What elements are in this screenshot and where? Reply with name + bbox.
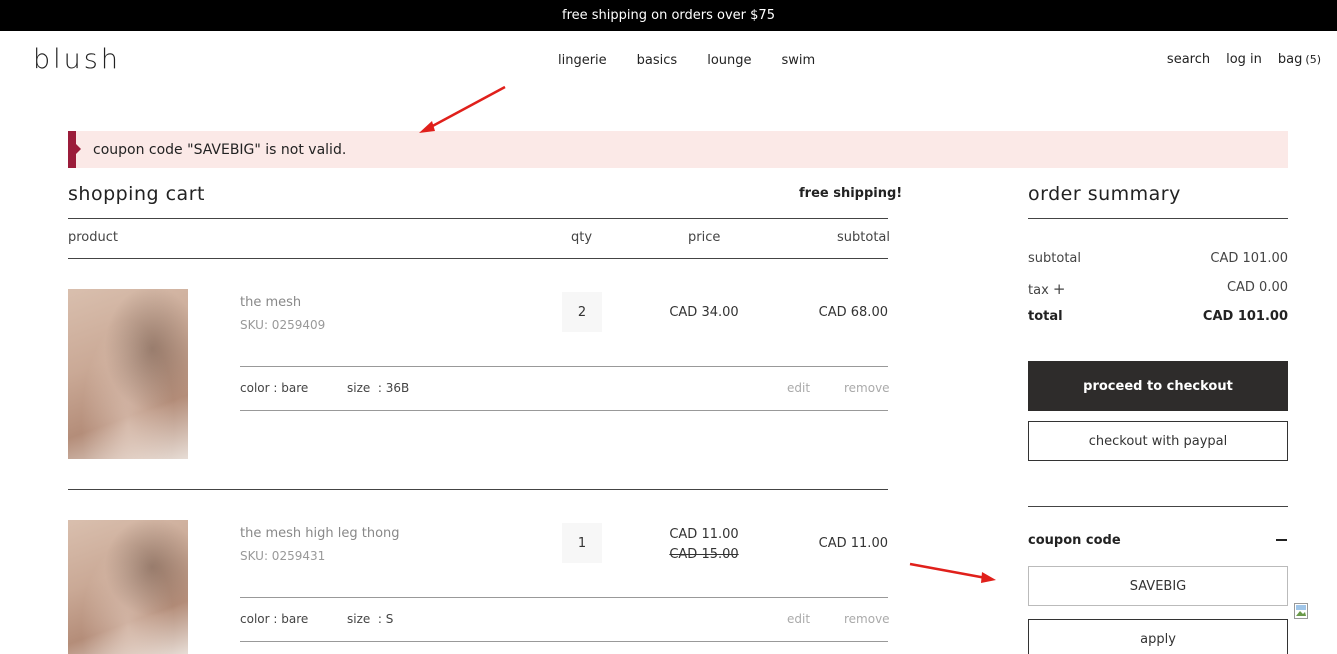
total-value: CAD 101.00 bbox=[1202, 309, 1288, 324]
bag-link[interactable]: bag (5) bbox=[1278, 52, 1321, 67]
edit-link[interactable]: edit bbox=[787, 381, 810, 395]
coupon-section-label[interactable]: coupon code bbox=[1028, 533, 1121, 548]
summary-tax-row: tax + CAD 0.00 bbox=[1028, 280, 1288, 298]
alert-accent-bar bbox=[68, 131, 81, 168]
product-color: color : bare bbox=[240, 381, 309, 395]
subtotal-label: subtotal bbox=[1028, 251, 1081, 266]
divider bbox=[1028, 506, 1288, 507]
product-size: size : 36B bbox=[347, 381, 410, 395]
col-price: price bbox=[688, 230, 721, 245]
quantity-field[interactable]: 2 bbox=[562, 292, 602, 332]
divider bbox=[68, 258, 888, 259]
price-current: CAD 11.00 bbox=[669, 527, 739, 542]
tax-label: tax bbox=[1028, 283, 1049, 298]
nav-basics[interactable]: basics bbox=[637, 53, 678, 68]
divider bbox=[240, 366, 888, 367]
nav-swim[interactable]: swim bbox=[782, 53, 816, 68]
remove-link[interactable]: remove bbox=[844, 612, 890, 626]
tax-value: CAD 0.00 bbox=[1226, 280, 1288, 295]
price-original: CAD 15.00 bbox=[669, 547, 739, 562]
annotation-arrow-coupon bbox=[909, 562, 996, 583]
remove-link[interactable]: remove bbox=[844, 381, 890, 395]
divider bbox=[240, 597, 888, 598]
broken-image-icon bbox=[1294, 603, 1308, 619]
product-image[interactable] bbox=[68, 520, 188, 654]
proceed-to-checkout-button[interactable]: proceed to checkout bbox=[1028, 361, 1288, 411]
price-current: CAD 34.00 bbox=[669, 305, 739, 320]
summary-subtotal-row: subtotal CAD 101.00 bbox=[1028, 251, 1288, 266]
col-qty: qty bbox=[571, 230, 593, 245]
plus-icon[interactable]: + bbox=[1053, 280, 1066, 298]
annotation-arrow-top bbox=[419, 85, 506, 133]
summary-title: order summary bbox=[1028, 183, 1181, 205]
collapse-minus-icon[interactable] bbox=[1276, 539, 1287, 541]
product-sku: SKU: 0259409 bbox=[240, 318, 326, 332]
item-subtotal: CAD 11.00 bbox=[818, 536, 888, 551]
divider bbox=[1028, 218, 1288, 219]
summary-total-row: total CAD 101.00 bbox=[1028, 309, 1288, 324]
promo-banner: free shipping on orders over $75 bbox=[0, 0, 1337, 31]
search-link[interactable]: search bbox=[1167, 52, 1210, 67]
utility-nav: search log in bag (5) bbox=[1167, 52, 1321, 67]
product-size: size : S bbox=[347, 612, 394, 626]
divider bbox=[240, 641, 888, 642]
item-subtotal: CAD 68.00 bbox=[818, 305, 888, 320]
site-logo[interactable]: blush bbox=[33, 44, 121, 75]
product-price: CAD 34.00 bbox=[664, 305, 744, 320]
promo-text: free shipping on orders over $75 bbox=[562, 8, 775, 23]
tax-label-group[interactable]: tax + bbox=[1028, 280, 1065, 298]
coupon-code-input[interactable] bbox=[1028, 566, 1288, 606]
main-nav: lingerie basics lounge swim bbox=[558, 53, 815, 68]
divider bbox=[240, 410, 888, 411]
nav-lounge[interactable]: lounge bbox=[707, 53, 751, 68]
col-product: product bbox=[68, 230, 119, 245]
divider bbox=[68, 489, 888, 490]
divider bbox=[68, 218, 888, 219]
nav-lingerie[interactable]: lingerie bbox=[558, 53, 607, 68]
product-name[interactable]: the mesh bbox=[240, 295, 301, 310]
product-price: CAD 11.00 CAD 15.00 bbox=[664, 525, 744, 565]
quantity-field[interactable]: 1 bbox=[562, 523, 602, 563]
bag-label: bag bbox=[1277, 52, 1303, 67]
login-link[interactable]: log in bbox=[1226, 52, 1262, 67]
edit-link[interactable]: edit bbox=[787, 612, 810, 626]
alert-message: coupon code "SAVEBIG" is not valid. bbox=[93, 141, 347, 158]
coupon-error-alert: coupon code "SAVEBIG" is not valid. bbox=[68, 131, 1288, 168]
product-name[interactable]: the mesh high leg thong bbox=[240, 526, 400, 541]
apply-coupon-button[interactable]: apply bbox=[1028, 619, 1288, 654]
product-image[interactable] bbox=[68, 289, 188, 459]
product-sku: SKU: 0259431 bbox=[240, 549, 326, 563]
cart-title: shopping cart bbox=[68, 183, 205, 205]
total-label: total bbox=[1028, 309, 1063, 324]
bag-count: (5) bbox=[1305, 53, 1321, 66]
col-subtotal: subtotal bbox=[837, 230, 890, 245]
subtotal-value: CAD 101.00 bbox=[1210, 251, 1288, 266]
product-color: color : bare bbox=[240, 612, 309, 626]
free-shipping-note: free shipping! bbox=[799, 186, 903, 201]
paypal-checkout-button[interactable]: checkout with paypal bbox=[1028, 421, 1288, 461]
